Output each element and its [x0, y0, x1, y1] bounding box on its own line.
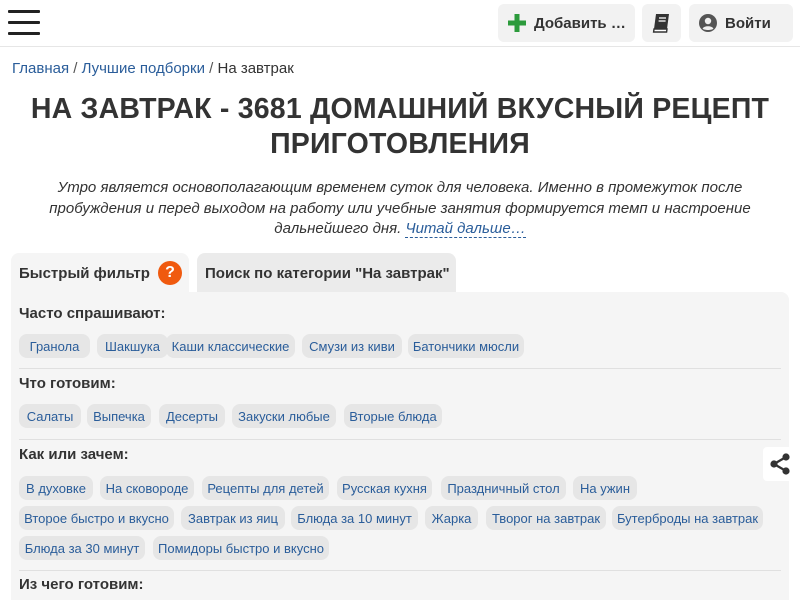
- breadcrumb-separator: /: [73, 60, 78, 77]
- filter-chip[interactable]: На сковороде: [100, 476, 194, 500]
- filter-chip[interactable]: Блюда за 10 минут: [291, 506, 418, 530]
- tab-quick-filter-label: Быстрый фильтр: [19, 264, 150, 282]
- share-icon: [770, 453, 790, 475]
- filter-chip[interactable]: Десерты: [159, 404, 225, 428]
- breadcrumb-separator: /: [209, 60, 214, 77]
- filter-chip[interactable]: Вторые блюда: [344, 404, 442, 428]
- quick-filter-panel: Часто спрашивают: Гранола Шакшука Каши к…: [11, 292, 789, 600]
- description-line2: пробуждения и перед выходом на работу ил…: [49, 199, 751, 217]
- user-icon: [699, 14, 717, 32]
- filter-chip[interactable]: Шакшука: [97, 334, 168, 358]
- hamburger-menu-icon[interactable]: [8, 10, 40, 36]
- page-title-line1: НА ЗАВТРАК - 3681 ДОМАШНИЙ ВКУСНЫЙ РЕЦЕП…: [30, 93, 770, 125]
- filter-chip[interactable]: Завтрак из яиц: [181, 506, 285, 530]
- share-button[interactable]: [763, 447, 797, 481]
- filter-chip[interactable]: Закуски любые: [232, 404, 336, 428]
- filter-section-heading: Как или зачем:: [19, 446, 129, 463]
- page-title: НА ЗАВТРАК - 3681 ДОМАШНИЙ ВКУСНЫЙ РЕЦЕП…: [0, 92, 800, 162]
- filter-chip[interactable]: Батончики мюсли: [408, 334, 524, 358]
- page-title-line2: ПРИГОТОВЛЕНИЯ: [270, 128, 530, 160]
- filter-chip[interactable]: Праздничный стол: [441, 476, 566, 500]
- filter-chip[interactable]: Русская кухня: [337, 476, 432, 500]
- breadcrumb-collections-link[interactable]: Лучшие подборки: [82, 60, 205, 77]
- section-divider: [19, 439, 781, 440]
- tab-category-search-label: Поиск по категории "На завтрак": [205, 264, 450, 282]
- description-line1: Утро является основополагающим временем …: [57, 179, 743, 196]
- filter-chip[interactable]: Помидоры быстро и вкусно: [153, 536, 329, 560]
- filter-chip[interactable]: Рецепты для детей: [202, 476, 329, 500]
- section-divider: [19, 570, 781, 571]
- filter-chip[interactable]: Творог на завтрак: [486, 506, 606, 530]
- filter-chip[interactable]: Жарка: [425, 506, 478, 530]
- site-header: Добавить … Войти: [0, 0, 800, 47]
- breadcrumb-home-link[interactable]: Главная: [12, 60, 69, 77]
- hamburger-line: [8, 10, 40, 13]
- page-description: Утро является основополагающим временем …: [40, 178, 760, 240]
- breadcrumb: Главная / Лучшие подборки / На завтрак: [12, 60, 294, 77]
- filter-chip[interactable]: В духовке: [19, 476, 93, 500]
- filter-chip[interactable]: Выпечка: [87, 404, 151, 428]
- filter-chip[interactable]: Салаты: [19, 404, 81, 428]
- filter-chip[interactable]: Смузи из киви: [302, 334, 402, 358]
- hamburger-line: [8, 32, 40, 35]
- filter-chip[interactable]: Второе быстро и вкусно: [19, 506, 174, 530]
- filter-section-heading: Часто спрашивают:: [19, 305, 166, 322]
- hamburger-line: [8, 21, 40, 24]
- filter-chip[interactable]: Каши классические: [166, 334, 295, 358]
- help-icon[interactable]: ?: [158, 261, 182, 285]
- read-more-link[interactable]: Читай дальше…: [405, 220, 526, 238]
- cookbook-button[interactable]: [642, 4, 681, 42]
- filter-chip[interactable]: Гранола: [19, 334, 90, 358]
- filter-chip[interactable]: Блюда за 30 минут: [19, 536, 145, 560]
- login-button-label: Войти: [725, 14, 771, 32]
- section-divider: [19, 368, 781, 369]
- filter-section-heading: Из чего готовим:: [19, 576, 144, 593]
- filter-chip[interactable]: На ужин: [573, 476, 637, 500]
- filter-section-heading: Что готовим:: [19, 375, 116, 392]
- tab-category-search[interactable]: Поиск по категории "На завтрак": [197, 253, 456, 293]
- login-button[interactable]: Войти: [689, 4, 793, 42]
- add-recipe-button[interactable]: Добавить …: [498, 4, 635, 42]
- book-icon: [652, 14, 669, 33]
- add-button-label: Добавить …: [534, 14, 626, 32]
- breadcrumb-current: На завтрак: [217, 60, 294, 77]
- description-line3: дальнейшего дня.: [274, 220, 402, 237]
- filter-chip[interactable]: Бутерброды на завтрак: [612, 506, 763, 530]
- plus-icon: [508, 14, 526, 32]
